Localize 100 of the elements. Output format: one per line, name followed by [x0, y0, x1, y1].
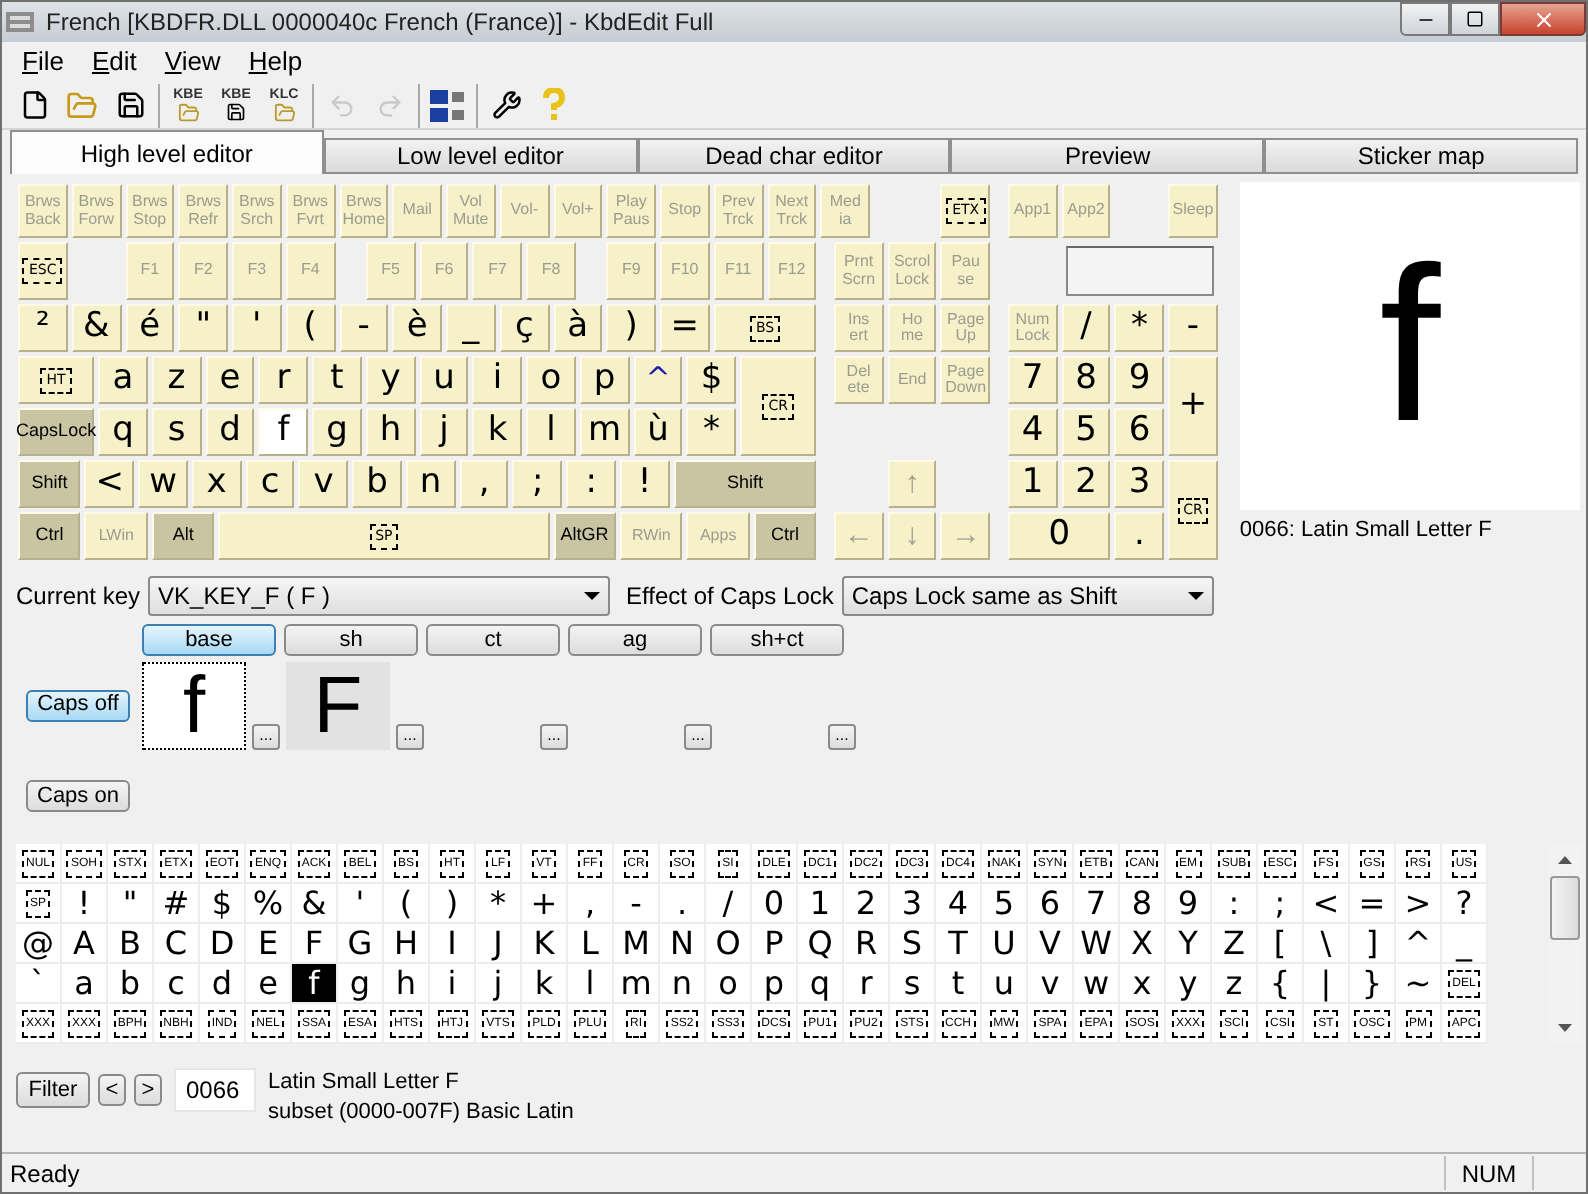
tab[interactable]: High level editor [10, 130, 324, 174]
keyboard-key[interactable]: ) [606, 304, 656, 352]
previous-button[interactable]: < [98, 1074, 126, 1106]
keyboard-key[interactable]: 4 [1007, 408, 1058, 456]
filter-button[interactable]: Filter [16, 1072, 90, 1108]
character-cell[interactable]: \ [1304, 924, 1350, 964]
character-cell[interactable]: d [200, 964, 246, 1004]
character-cell[interactable]: > [1396, 884, 1442, 924]
keyboard-key[interactable]: v [298, 460, 349, 508]
character-cell[interactable]: 8 [1120, 884, 1166, 924]
keyboard-key[interactable]: k [472, 408, 523, 456]
keyboard-key[interactable]: x [191, 460, 242, 508]
close-button[interactable] [1500, 2, 1586, 36]
character-cell[interactable]: ^ [1396, 924, 1442, 964]
keyboard-key[interactable]: é [125, 304, 175, 352]
shift-state-button[interactable]: ag [568, 624, 702, 656]
keyboard-key[interactable]: ù [633, 408, 683, 456]
character-cell[interactable]: , [568, 884, 614, 924]
character-cell[interactable]: Z [1212, 924, 1258, 964]
character-cell[interactable]: 4 [936, 884, 982, 924]
keyboard-key[interactable]: n [405, 460, 456, 508]
keyboard-key[interactable]: a [98, 356, 148, 404]
keyboard-key[interactable]: u [419, 356, 469, 404]
character-cell[interactable]: x [1120, 964, 1166, 1004]
keyboard-key[interactable]: p [579, 356, 630, 404]
character-cell[interactable]: H [384, 924, 430, 964]
character-cell[interactable]: I [430, 924, 476, 964]
tab[interactable]: Dead char editor [637, 138, 951, 174]
menu-item[interactable]: Help [236, 42, 315, 82]
keyboard-key[interactable]: j [419, 408, 469, 456]
keyboard-key[interactable]: ( [285, 304, 335, 352]
keyboard-key[interactable]: " [178, 304, 228, 352]
character-cell[interactable]: z [1212, 964, 1258, 1004]
character-cell[interactable]: S [890, 924, 936, 964]
character-cell[interactable]: | [1304, 964, 1350, 1004]
maximize-button[interactable] [1450, 2, 1500, 36]
character-cell[interactable]: 7 [1074, 884, 1120, 924]
character-cell[interactable]: h [384, 964, 430, 1004]
keyboard-key[interactable]: & [71, 304, 121, 352]
character-cell[interactable]: p [752, 964, 798, 1004]
character-cell[interactable]: v [1028, 964, 1074, 1004]
keyboard-key[interactable]: Alt [151, 512, 215, 560]
scroll-up-icon[interactable] [1558, 856, 1572, 864]
keyboard-key[interactable]: h [365, 408, 416, 456]
caps-effect-dropdown[interactable]: Caps Lock same as Shift [841, 575, 1214, 615]
keyboard-key[interactable]: 6 [1114, 408, 1165, 456]
keyboard-key[interactable]: , [459, 460, 509, 508]
keyboard-key[interactable]: o [526, 356, 576, 404]
character-cell[interactable]: u [982, 964, 1028, 1004]
keyboard-key[interactable]: 5 [1061, 408, 1111, 456]
keyboard-key[interactable]: è [392, 304, 442, 352]
character-cell[interactable]: = [1350, 884, 1396, 924]
keyboard-key[interactable]: q [98, 408, 148, 456]
character-cell[interactable]: i [430, 964, 476, 1004]
tab[interactable]: Low level editor [323, 138, 638, 174]
character-cell[interactable]: a [62, 964, 108, 1004]
character-cell[interactable]: y [1166, 964, 1212, 1004]
shift-state-button[interactable]: ct [426, 624, 560, 656]
character-cell[interactable]: s [890, 964, 936, 1004]
character-cell[interactable]: f [292, 964, 338, 1004]
keyboard-key[interactable]: Ctrl [18, 512, 81, 560]
keyboard-key[interactable]: 3 [1114, 460, 1165, 508]
keyboard-key[interactable]: b [352, 460, 402, 508]
keyboard-key[interactable]: c [245, 460, 295, 508]
keyboard-key[interactable]: z [151, 356, 202, 404]
character-cell[interactable]: [ [1258, 924, 1304, 964]
more-button[interactable]: ... [828, 723, 856, 749]
character-cell[interactable]: D [200, 924, 246, 964]
character-cell[interactable]: k [522, 964, 568, 1004]
character-cell[interactable]: } [1350, 964, 1396, 1004]
keyboard-key[interactable]: ^ [633, 356, 683, 404]
character-cell[interactable]: r [844, 964, 890, 1004]
keyboard-key[interactable]: Ctrl [753, 512, 817, 560]
keyboard-key[interactable]: 9 [1114, 356, 1165, 404]
keyboard-key[interactable]: . [1114, 512, 1165, 560]
keyboard-key[interactable]: ² [18, 304, 68, 352]
keyboard-key[interactable]: y [365, 356, 416, 404]
character-cell[interactable]: ' [338, 884, 384, 924]
character-cell[interactable]: ? [1442, 884, 1488, 924]
character-cell[interactable]: . [660, 884, 706, 924]
character-cell[interactable]: V [1028, 924, 1074, 964]
keyboard-key[interactable]: _ [446, 304, 496, 352]
tab[interactable]: Sticker map [1264, 138, 1578, 174]
keyboard-key[interactable]: Shift [673, 460, 817, 508]
character-cell[interactable]: l [568, 964, 614, 1004]
menu-item[interactable]: View [152, 42, 233, 82]
character-cell[interactable]: < [1304, 884, 1350, 924]
character-cell[interactable]: M [614, 924, 660, 964]
character-cell[interactable]: 9 [1166, 884, 1212, 924]
keyboard-key[interactable]: < [84, 460, 135, 508]
keyboard-key[interactable]: d [205, 408, 255, 456]
character-cell[interactable]: Y [1166, 924, 1212, 964]
character-cell[interactable]: b [108, 964, 154, 1004]
character-cell[interactable]: t [936, 964, 982, 1004]
keyboard-key[interactable]: Shift [18, 460, 81, 508]
character-cell[interactable]: @ [16, 924, 62, 964]
character-cell[interactable]: w [1074, 964, 1120, 1004]
character-cell[interactable]: o [706, 964, 752, 1004]
keyboard-key[interactable]: AltGR [553, 512, 616, 560]
keyboard-key[interactable]: = [660, 304, 710, 352]
